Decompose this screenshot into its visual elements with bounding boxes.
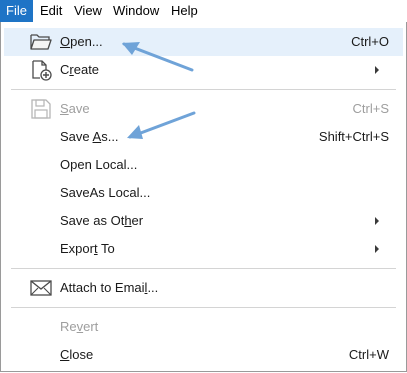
menu-item-saveas-local[interactable]: SaveAs Local... [4,179,403,207]
shortcut: Shift+Ctrl+S [318,129,389,144]
menu-item-open[interactable]: Open... Ctrl+O [4,28,403,56]
envelope-icon [29,277,53,299]
mnemonic: C [60,347,70,362]
folder-open-icon [29,31,53,53]
separator [11,89,396,90]
menu-item-create[interactable]: Create [4,56,403,84]
menu-item-save: Save Ctrl+S [4,95,403,123]
mnemonic: S [60,101,69,116]
menubar-view[interactable]: View [68,0,108,22]
menubar-edit[interactable]: Edit [34,0,68,22]
mnemonic: O [60,34,71,49]
menu-item-attach-to-email[interactable]: Attach to Email... [4,274,403,302]
create-document-icon [29,59,53,81]
file-menu-dropdown: Open... Ctrl+O Create Save Ctrl+S Save A… [0,22,407,372]
separator [11,307,396,308]
submenu-arrow-icon [375,66,379,74]
menu-item-save-as-other[interactable]: Save as Other [4,207,403,235]
mnemonic: A [92,129,102,144]
save-icon [29,98,53,120]
shortcut: Ctrl+O [351,34,389,49]
menu-item-export-to[interactable]: Export To [4,235,403,263]
shortcut: Ctrl+S [352,101,389,116]
menu-item-close[interactable]: Close Ctrl+W [4,341,403,369]
menu-bar: File Edit View Window Help [0,0,407,23]
submenu-arrow-icon [375,217,379,225]
menu-item-revert: Revert [60,319,99,334]
shortcut: Ctrl+W [348,347,389,362]
menubar-help[interactable]: Help [165,0,204,22]
menu-item-save-as[interactable]: Save As... Shift+Ctrl+S [4,123,403,151]
separator [11,268,396,269]
menubar-file[interactable]: File [0,0,33,22]
submenu-arrow-icon [375,245,379,253]
menu-item-open-local[interactable]: Open Local... [4,151,403,179]
mnemonic: h [124,213,132,228]
menubar-window[interactable]: Window [107,0,165,22]
